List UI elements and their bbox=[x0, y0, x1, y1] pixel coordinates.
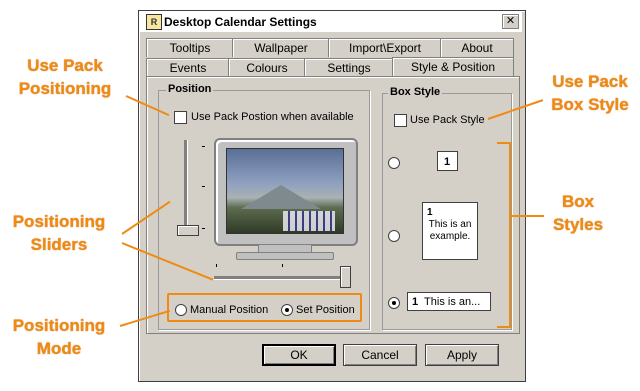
box-style-group-label: Box Style bbox=[388, 86, 443, 98]
box-style-3-preview[interactable]: 1 This is an... bbox=[407, 292, 491, 311]
tab-style-position[interactable]: Style & Position bbox=[392, 57, 514, 78]
tab-colours[interactable]: Colours bbox=[228, 58, 306, 77]
ok-button[interactable]: OK bbox=[262, 344, 336, 366]
tab-about[interactable]: About bbox=[440, 38, 514, 57]
callout-line-box-styles bbox=[510, 215, 544, 217]
box-style-1-preview[interactable]: 1 bbox=[437, 151, 458, 171]
box-style-1-number: 1 bbox=[444, 156, 451, 168]
position-group-label: Position bbox=[166, 83, 214, 95]
callout-box-styles: Box Styles bbox=[538, 190, 618, 236]
callout-use-pack-positioning-text: Use Pack Positioning bbox=[18, 56, 112, 98]
callout-use-pack-box-style-text: Use Pack Box Style bbox=[551, 72, 629, 114]
cancel-button[interactable]: Cancel bbox=[343, 344, 417, 366]
tab-wallpaper[interactable]: Wallpaper bbox=[232, 38, 330, 57]
tab-import-export[interactable]: Import\Export bbox=[328, 38, 442, 57]
tab-label: About bbox=[461, 41, 493, 55]
use-pack-style-checkbox[interactable] bbox=[394, 114, 407, 127]
tab-tooltips[interactable]: Tooltips bbox=[146, 38, 234, 57]
callout-use-pack-positioning: Use Pack Positioning bbox=[10, 54, 120, 100]
box-style-3-number: 1 bbox=[412, 296, 419, 308]
apply-button[interactable]: Apply bbox=[425, 344, 499, 366]
window-title: Desktop Calendar Settings bbox=[164, 15, 317, 29]
tab-settings[interactable]: Settings bbox=[304, 58, 394, 77]
vertical-slider-tick bbox=[202, 146, 205, 147]
tab-label: Events bbox=[169, 61, 207, 75]
callout-positioning-sliders: Positioning Sliders bbox=[4, 210, 114, 256]
app-icon: R bbox=[146, 14, 162, 30]
tab-label: Colours bbox=[246, 61, 288, 75]
mountain-shape bbox=[241, 185, 321, 209]
box-style-1-radio[interactable] bbox=[388, 157, 400, 169]
box-styles-bracket bbox=[497, 142, 511, 328]
calendar-overlay bbox=[283, 211, 335, 231]
callout-use-pack-box-style: Use Pack Box Style bbox=[540, 70, 640, 116]
tab-label: Style & Position bbox=[410, 60, 496, 74]
box-style-2-text: This is an example. bbox=[428, 219, 472, 242]
box-style-3-text: This is an... bbox=[424, 296, 481, 308]
horizontal-slider-thumb[interactable] bbox=[340, 266, 351, 288]
tab-events[interactable]: Events bbox=[146, 58, 230, 77]
use-pack-position-checkbox[interactable] bbox=[174, 111, 187, 124]
positioning-mode-highlight bbox=[167, 293, 362, 322]
box-style-2-number: 1 bbox=[427, 207, 433, 218]
vertical-slider-thumb[interactable] bbox=[177, 225, 199, 236]
tab-label: Settings bbox=[327, 61, 371, 75]
use-pack-position-label: Use Pack Postion when available bbox=[191, 111, 354, 123]
box-style-3-radio[interactable] bbox=[388, 297, 400, 309]
desktop-wallpaper-image bbox=[226, 148, 344, 234]
vertical-slider-tick bbox=[202, 186, 205, 187]
title-bar[interactable]: Desktop Calendar Settings bbox=[140, 12, 522, 32]
callout-positioning-mode-text: Positioning Mode bbox=[12, 316, 106, 358]
monitor-base bbox=[236, 252, 334, 260]
tab-label: Import\Export bbox=[348, 41, 422, 55]
horizontal-slider-tick bbox=[282, 264, 283, 267]
vertical-slider-track[interactable] bbox=[184, 140, 188, 232]
box-style-2-radio[interactable] bbox=[388, 230, 400, 242]
callout-positioning-mode: Positioning Mode bbox=[4, 314, 114, 360]
vertical-slider-tick bbox=[202, 228, 205, 229]
close-button[interactable]: ✕ bbox=[502, 14, 519, 29]
use-pack-style-label: Use Pack Style bbox=[410, 114, 485, 126]
horizontal-slider-tick bbox=[216, 264, 217, 267]
callout-positioning-sliders-text: Positioning Sliders bbox=[12, 212, 106, 254]
box-style-2-preview[interactable]: 1 This is an example. bbox=[422, 202, 478, 260]
monitor-preview bbox=[214, 138, 358, 246]
horizontal-slider-track[interactable] bbox=[214, 276, 350, 280]
tab-label: Wallpaper bbox=[254, 41, 308, 55]
tab-label: Tooltips bbox=[169, 41, 211, 55]
callout-box-styles-text: Box Styles bbox=[552, 192, 604, 234]
